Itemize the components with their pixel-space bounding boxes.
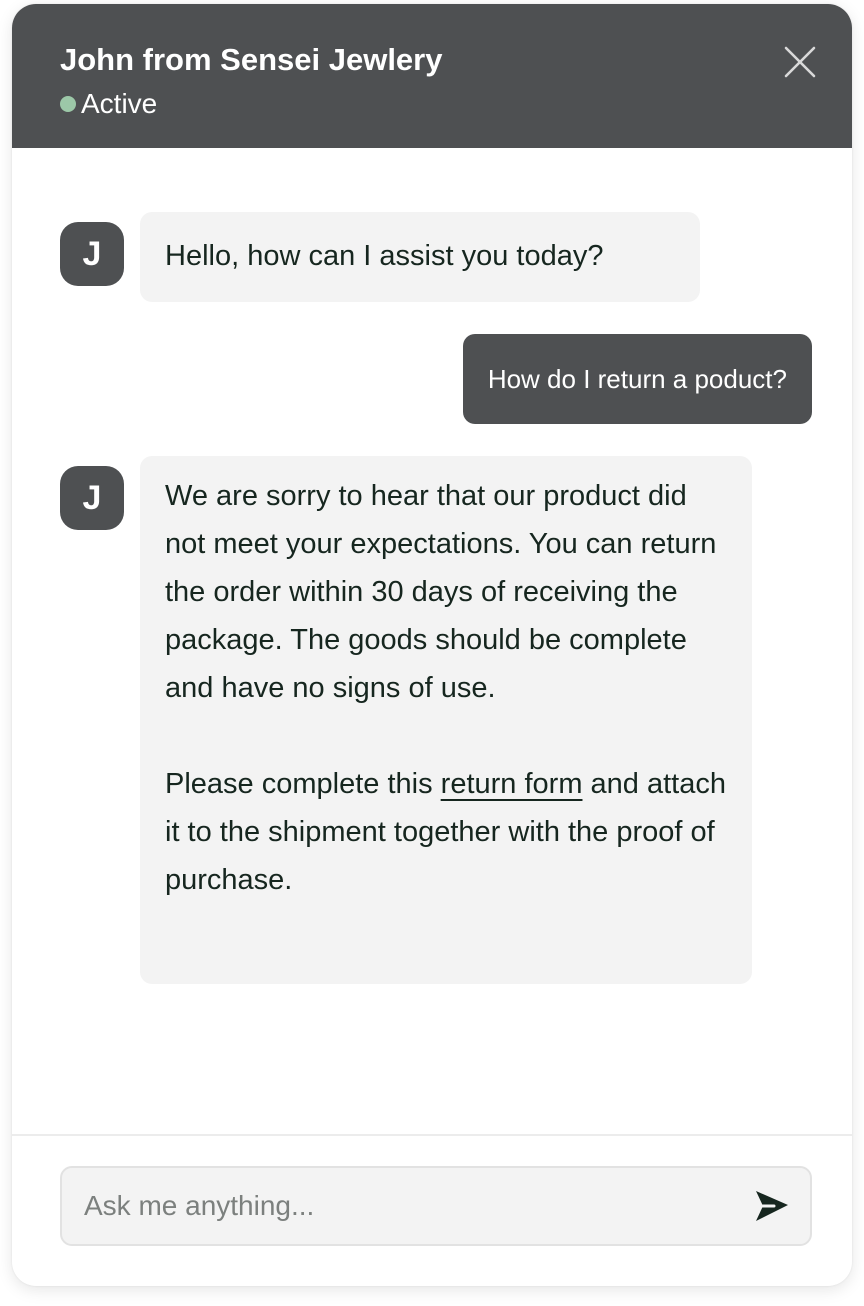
message-input[interactable] [84,1168,724,1244]
divider [12,1134,852,1136]
status-text: Active [81,88,158,119]
composer [60,1166,812,1246]
message-text: Hello, how can I assist you today? [165,240,604,272]
status-dot-icon [60,96,76,112]
agent-avatar: J [60,222,124,286]
send-icon [756,1191,788,1221]
message-list[interactable]: J Hello, how can I assist you today? How… [12,148,852,1134]
message-text: How do I return a poduct? [487,364,787,394]
chat-header: John from Sensei Jewlery Active [12,4,852,148]
agent-status: Active [60,86,157,122]
return-form-link[interactable]: return form [441,768,583,800]
message-paragraph: Please complete this return form and att… [165,760,728,904]
chat-widget: John from Sensei Jewlery Active J Hello,… [12,4,852,1286]
send-button[interactable] [752,1186,792,1226]
message-paragraph: We are sorry to hear that our product di… [165,480,717,704]
close-icon [784,46,816,78]
close-button[interactable] [780,42,820,82]
user-message: How do I return a poduct? [462,334,812,424]
agent-message: Hello, how can I assist you today? [140,212,700,302]
agent-title: John from Sensei Jewlery [60,42,443,77]
message-text: Please complete this [165,768,441,800]
agent-message: We are sorry to hear that our product di… [140,456,752,984]
agent-avatar: J [60,466,124,530]
